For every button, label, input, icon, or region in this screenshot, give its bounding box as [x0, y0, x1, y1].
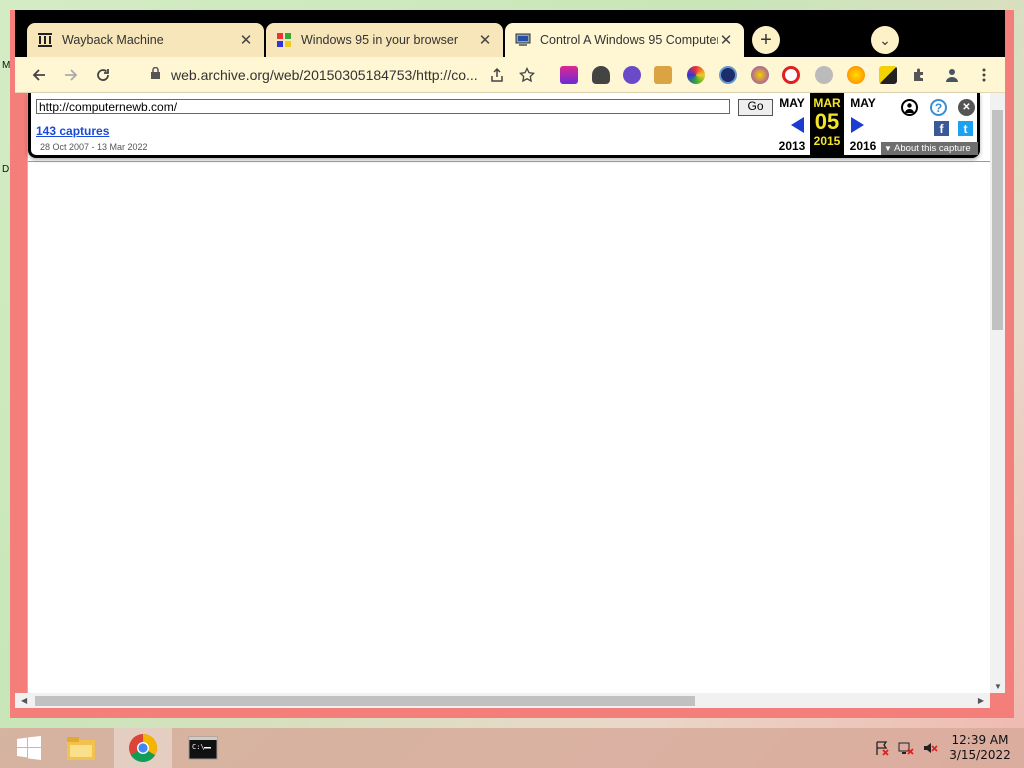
chevron-down-icon: ⌄ [879, 31, 891, 48]
taskbar: C:\ 12:39 AM 3/15/2022 [0, 728, 1024, 768]
doge-extension-icon[interactable] [654, 66, 672, 84]
prev-month-label[interactable]: MAY [775, 96, 809, 110]
wayback-toolbar: Go 143 captures 28 Oct 2007 - 13 Mar 202… [28, 93, 980, 158]
burst-extension-icon[interactable] [751, 66, 769, 84]
windows-flag-icon [276, 32, 292, 48]
page-viewport: Go 143 captures 28 Oct 2007 - 13 Mar 202… [27, 93, 991, 693]
action-center-flag-icon[interactable] [874, 740, 890, 756]
tab-title: Wayback Machine [62, 33, 164, 47]
scroll-down-arrow-icon[interactable]: ▼ [994, 682, 1002, 691]
command-prompt-icon: C:\ [188, 736, 218, 760]
current-day: 05 [814, 109, 840, 134]
menu-button[interactable] [972, 63, 996, 87]
space-invader-icon[interactable] [623, 66, 641, 84]
address-bar[interactable]: web.archive.org/web/20150305184753/http:… [150, 62, 495, 88]
extension-1-icon[interactable] [560, 66, 578, 84]
browser-toolbar: web.archive.org/web/20150305184753/http:… [15, 57, 1005, 93]
close-icon[interactable]: ✕ [958, 99, 975, 116]
facebook-icon[interactable]: f [934, 121, 949, 136]
help-icon[interactable]: ? [930, 99, 947, 116]
clock-date: 3/15/2022 [949, 748, 1011, 762]
next-capture-arrow-icon[interactable] [851, 117, 864, 133]
scroll-right-arrow-icon[interactable]: ▶ [978, 696, 984, 705]
kebab-menu-icon [982, 68, 986, 82]
about-capture-label: About this capture [894, 143, 971, 154]
new-tab-button[interactable]: + [752, 26, 780, 54]
next-month-label[interactable]: MAY [846, 96, 880, 110]
share-icon [491, 67, 503, 82]
tab-close-icon[interactable]: ✕ [477, 31, 493, 49]
capture-date-range: 28 Oct 2007 - 13 Mar 2022 [40, 142, 148, 152]
tab-title: Windows 95 in your browser [301, 33, 459, 47]
system-clock[interactable]: 12:39 AM 3/15/2022 [940, 733, 1020, 763]
back-arrow-icon [32, 69, 45, 81]
toolbar-divider [28, 161, 991, 162]
about-capture-button[interactable]: ▼ About this capture [881, 142, 978, 155]
windows-start-icon [17, 736, 41, 760]
network-icon[interactable] [898, 740, 914, 756]
profile-icon [946, 69, 958, 82]
taskbar-file-explorer[interactable] [52, 728, 110, 768]
tab-wayback-machine[interactable]: Wayback Machine ✕ [27, 23, 264, 57]
hat-extension-icon[interactable] [592, 66, 610, 84]
wayback-url-input[interactable] [36, 99, 730, 114]
triangle-down-icon: ▼ [884, 144, 892, 153]
twitter-icon[interactable]: t [958, 121, 973, 136]
starburst-extension-icon[interactable] [847, 66, 865, 84]
color-wheel-icon[interactable] [687, 66, 705, 84]
globe-extension-icon[interactable] [719, 66, 737, 84]
bookmark-button[interactable] [515, 63, 539, 87]
horizontal-scroll-thumb[interactable] [35, 696, 695, 706]
desktop-icon-label-d: D [2, 164, 10, 175]
lock-icon [150, 66, 161, 83]
tab-search-button[interactable]: ⌄ [871, 26, 899, 54]
share-button[interactable] [485, 63, 509, 87]
tab-title: Control A Windows 95 Computer [540, 33, 718, 47]
clock-time: 12:39 AM [951, 733, 1009, 747]
svg-text:C:\: C:\ [192, 743, 205, 751]
current-month: MAR [813, 96, 841, 110]
chrome-icon [129, 734, 157, 762]
tab-close-icon[interactable]: ✕ [238, 31, 254, 49]
reload-button[interactable] [91, 63, 115, 87]
prev-year-label[interactable]: 2013 [775, 139, 809, 153]
bee-extension-icon[interactable] [879, 66, 897, 84]
tab-windows95[interactable]: Windows 95 in your browser ✕ [266, 23, 503, 57]
account-icon[interactable] [901, 99, 918, 116]
file-explorer-icon [67, 737, 95, 760]
back-button[interactable] [27, 63, 51, 87]
vertical-scrollbar[interactable]: ▼ [990, 93, 1005, 693]
scroll-left-arrow-icon[interactable]: ◀ [21, 696, 27, 705]
vertical-scroll-thumb[interactable] [992, 110, 1003, 330]
current-capture-date: MAR 05 2015 [810, 93, 844, 155]
forward-button[interactable] [59, 63, 83, 87]
star-icon [519, 67, 535, 83]
taskbar-command-prompt[interactable]: C:\ [174, 728, 232, 768]
puzzle-icon [914, 68, 923, 81]
taskbar-chrome[interactable] [114, 728, 172, 768]
current-year: 2015 [813, 134, 841, 148]
horizontal-scrollbar[interactable]: ◀ ▶ [15, 693, 990, 708]
volume-muted-icon[interactable] [922, 740, 938, 756]
tab-control-windows95[interactable]: Control A Windows 95 Computer ✕ [505, 23, 744, 57]
captures-link[interactable]: 143 captures [36, 124, 109, 138]
prev-capture-arrow-icon[interactable] [791, 117, 804, 133]
extensions-button[interactable] [907, 63, 931, 87]
reload-icon [97, 69, 109, 81]
start-button[interactable] [0, 728, 58, 768]
forward-arrow-icon [65, 69, 78, 81]
next-year-label[interactable]: 2016 [846, 139, 880, 153]
block-icon[interactable] [782, 66, 800, 84]
archive-columns-icon [37, 32, 53, 48]
tab-close-icon[interactable]: ✕ [718, 31, 734, 49]
computer-icon [515, 32, 531, 48]
wayback-go-button[interactable]: Go [738, 99, 773, 116]
profile-button[interactable] [940, 63, 964, 87]
url-text: web.archive.org/web/20150305184753/http:… [171, 67, 478, 83]
mascot-extension-icon[interactable] [815, 66, 833, 84]
